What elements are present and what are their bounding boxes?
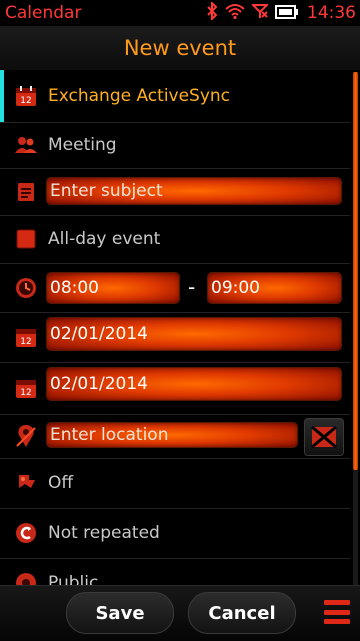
calendar-icon: 12 [14,84,38,108]
calendar-account-row[interactable]: 12 Exchange ActiveSync [0,70,350,123]
location-input[interactable]: Enter location [46,422,298,448]
clock-icon [14,276,38,300]
svg-text:12: 12 [20,337,31,347]
subject-row: Enter subject [0,168,350,216]
start-time-field[interactable]: 08:00 [46,272,180,304]
start-date-row: 12 02/01/2014 [0,312,350,363]
calendar-start-icon: 12 [14,325,38,349]
end-time-field[interactable]: 09:00 [207,272,342,304]
bottom-toolbar: Save Cancel [0,585,360,641]
selection-indicator [0,70,4,122]
alarm-label: Off [48,473,74,493]
wifi-icon [225,3,245,23]
map-icon [311,426,337,448]
title-bar: New event [0,26,360,71]
repeat-icon [14,521,38,545]
calendar-end-icon: 12 [14,376,38,400]
note-icon [14,180,38,204]
people-icon [14,133,38,157]
status-app-name: Calendar [5,3,82,23]
event-form[interactable]: 12 Exchange ActiveSync Meeting Enter sub… [0,70,360,590]
status-time: 14:36 [307,3,356,23]
svg-text:12: 12 [20,388,31,398]
calendar-account-label: Exchange ActiveSync [48,86,231,106]
location-pin-icon [14,424,38,448]
end-date-field[interactable]: 02/01/2014 [46,367,342,401]
repeat-label: Not repeated [48,523,160,543]
alarm-icon [14,471,38,495]
all-day-checkbox[interactable] [14,227,38,251]
page-title: New event [123,36,237,60]
repeat-row[interactable]: Not repeated [0,508,350,559]
location-row: Enter location [0,414,350,459]
scrollbar-thumb[interactable] [353,72,358,470]
all-day-label: All-day event [48,229,161,249]
location-map-button[interactable] [304,418,344,456]
no-signal-icon [250,3,270,23]
all-day-row[interactable]: All-day event [0,215,350,264]
time-row: 08:00 - 09:00 [0,263,350,313]
svg-text:12: 12 [20,96,31,106]
cancel-button[interactable]: Cancel [188,592,296,634]
save-button[interactable]: Save [66,592,174,634]
options-menu-icon[interactable] [324,600,350,624]
status-bar: Calendar 14:36 [0,0,360,26]
bluetooth-icon [206,0,218,24]
alarm-row[interactable]: Off [0,458,350,509]
subject-input[interactable]: Enter subject [46,177,342,205]
event-type-label: Meeting [48,135,117,155]
time-separator: - [188,275,196,299]
end-date-row: 12 02/01/2014 [0,362,350,415]
event-type-row[interactable]: Meeting [0,122,350,169]
battery-icon [275,4,299,23]
start-date-field[interactable]: 02/01/2014 [46,317,342,351]
